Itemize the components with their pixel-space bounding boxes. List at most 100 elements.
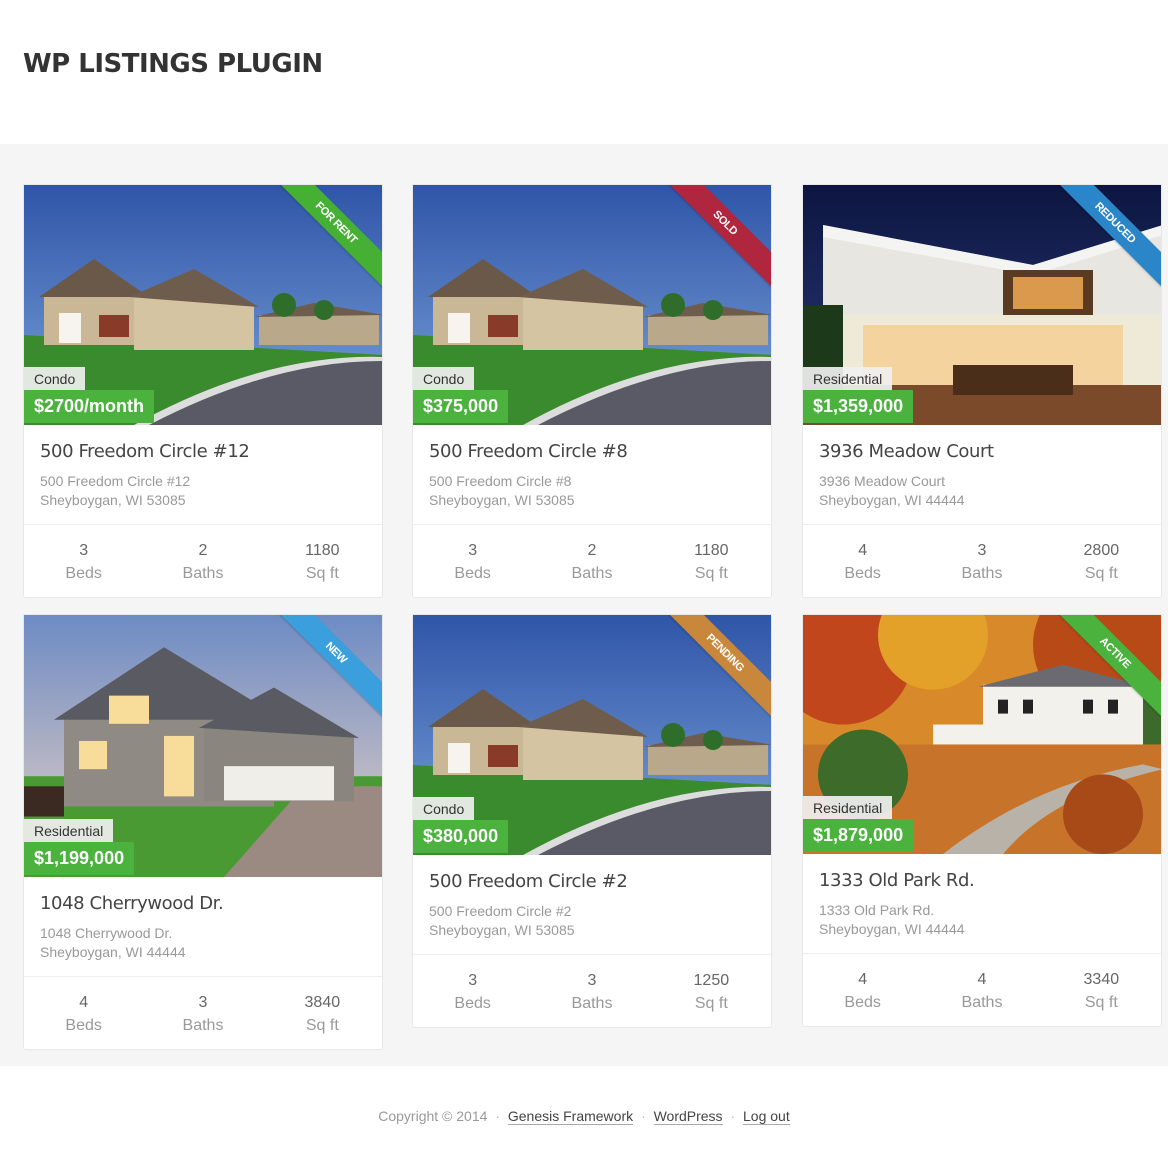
listing-title[interactable]: 1333 Old Park Rd. — [819, 870, 1145, 891]
listing-stats: 3 Beds 2 Baths 1180 Sq ft — [24, 525, 382, 597]
price-tag: $1,199,000 — [24, 842, 135, 875]
property-type-tag: Residential — [803, 367, 893, 391]
listing-photo[interactable]: ACTIVE Residential $1,879,000 — [803, 615, 1161, 854]
listing-card[interactable]: SOLD Condo $375,000 500 Freedom Circle #… — [412, 184, 772, 598]
listing-photo[interactable]: REDUCED Residential $1,359,000 — [803, 185, 1161, 425]
address-line-2: Sheyboygan, WI 53085 — [429, 492, 575, 508]
sqft-stat: 2800 Sq ft — [1042, 539, 1161, 585]
separator: · — [495, 1108, 500, 1124]
site-title[interactable]: WP LISTINGS PLUGIN — [23, 49, 323, 79]
address-line-1: 1048 Cherrywood Dr. — [40, 925, 173, 941]
beds-value: 4 — [858, 542, 868, 559]
baths-stat: 4 Baths — [922, 968, 1041, 1014]
separator: · — [641, 1108, 646, 1124]
sqft-stat: 1250 Sq ft — [652, 969, 771, 1015]
beds-value: 3 — [468, 542, 478, 559]
listing-card[interactable]: PENDING Condo $380,000 500 Freedom Circl… — [412, 614, 772, 1028]
address-line-1: 500 Freedom Circle #2 — [429, 903, 572, 919]
listing-photo[interactable]: SOLD Condo $375,000 — [413, 185, 771, 425]
beds-value: 3 — [468, 972, 478, 989]
price-tag: $1,359,000 — [803, 390, 914, 423]
baths-label: Baths — [571, 565, 613, 582]
beds-stat: 3 Beds — [413, 969, 532, 1015]
baths-stat: 2 Baths — [143, 539, 262, 585]
baths-value: 2 — [198, 542, 208, 559]
baths-label: Baths — [182, 1017, 224, 1034]
copyright-text: Copyright © 2014 — [378, 1108, 488, 1124]
listing-card[interactable]: ACTIVE Residential $1,879,000 1333 Old P… — [802, 614, 1162, 1027]
baths-value: 3 — [977, 542, 987, 559]
listing-stats: 3 Beds 3 Baths 1250 Sq ft — [413, 955, 771, 1027]
baths-label: Baths — [571, 995, 613, 1012]
listing-info: 500 Freedom Circle #2 500 Freedom Circle… — [413, 855, 771, 955]
listing-title[interactable]: 500 Freedom Circle #8 — [429, 441, 755, 462]
baths-label: Baths — [961, 994, 1003, 1011]
sqft-label: Sq ft — [1084, 565, 1118, 582]
sqft-stat: 1180 Sq ft — [652, 539, 771, 585]
listings-area: FOR RENT Condo $2700/month 500 Freedom C… — [0, 144, 1168, 1066]
property-type-tag: Condo — [413, 367, 475, 391]
beds-value: 4 — [79, 994, 89, 1011]
sqft-value: 3340 — [1083, 971, 1120, 988]
sqft-label: Sq ft — [305, 565, 339, 582]
beds-stat: 3 Beds — [24, 539, 143, 585]
listing-card[interactable]: REDUCED Residential $1,359,000 3936 Mead… — [802, 184, 1162, 598]
beds-label: Beds — [65, 565, 102, 582]
address-line-1: 500 Freedom Circle #12 — [40, 473, 191, 489]
sqft-value: 1250 — [693, 972, 730, 989]
address-line-1: 500 Freedom Circle #8 — [429, 473, 572, 489]
property-type-tag: Residential — [24, 819, 114, 843]
beds-stat: 4 Beds — [24, 991, 143, 1037]
sqft-value: 3840 — [304, 994, 341, 1011]
beds-value: 4 — [858, 971, 868, 988]
log-out-link[interactable]: Log out — [743, 1108, 790, 1125]
listing-stats: 4 Beds 3 Baths 3840 Sq ft — [24, 977, 382, 1049]
beds-label: Beds — [454, 995, 491, 1012]
sqft-value: 2800 — [1083, 542, 1120, 559]
sqft-label: Sq ft — [694, 995, 728, 1012]
address-line-2: Sheyboygan, WI 44444 — [819, 921, 965, 937]
beds-label: Beds — [65, 1017, 102, 1034]
sqft-stat: 3840 Sq ft — [263, 991, 382, 1037]
listing-stats: 4 Beds 3 Baths 2800 Sq ft — [803, 525, 1161, 597]
beds-label: Beds — [454, 565, 491, 582]
address-line-2: Sheyboygan, WI 44444 — [40, 944, 186, 960]
address-line-2: Sheyboygan, WI 53085 — [40, 492, 186, 508]
price-tag: $375,000 — [413, 390, 509, 423]
listing-info: 500 Freedom Circle #8 500 Freedom Circle… — [413, 425, 771, 525]
baths-stat: 3 Baths — [922, 539, 1041, 585]
beds-stat: 4 Beds — [803, 968, 922, 1014]
listing-title[interactable]: 3936 Meadow Court — [819, 441, 1145, 462]
listing-photo[interactable]: NEW Residential $1,199,000 — [24, 615, 382, 877]
listing-card[interactable]: NEW Residential $1,199,000 1048 Cherrywo… — [23, 614, 383, 1050]
listing-photo[interactable]: FOR RENT Condo $2700/month — [24, 185, 382, 425]
sqft-value: 1180 — [305, 542, 340, 559]
address-line-2: Sheyboygan, WI 44444 — [819, 492, 965, 508]
baths-value: 3 — [587, 972, 597, 989]
listing-stats: 4 Beds 4 Baths 3340 Sq ft — [803, 954, 1161, 1026]
beds-label: Beds — [844, 994, 881, 1011]
sqft-value: 1180 — [694, 542, 729, 559]
listing-title[interactable]: 500 Freedom Circle #12 — [40, 441, 366, 462]
genesis-framework-link[interactable]: Genesis Framework — [507, 1108, 634, 1125]
baths-value: 2 — [587, 542, 597, 559]
listing-info: 1333 Old Park Rd. 1333 Old Park Rd. Shey… — [803, 854, 1161, 954]
listing-title[interactable]: 1048 Cherrywood Dr. — [40, 893, 366, 914]
wordpress-link[interactable]: WordPress — [653, 1108, 723, 1125]
baths-label: Baths — [182, 565, 224, 582]
listing-info: 3936 Meadow Court 3936 Meadow Court Shey… — [803, 425, 1161, 525]
beds-label: Beds — [844, 565, 881, 582]
beds-stat: 3 Beds — [413, 539, 532, 585]
property-type-tag: Condo — [24, 367, 86, 391]
address-line-1: 3936 Meadow Court — [819, 473, 946, 489]
listing-photo[interactable]: PENDING Condo $380,000 — [413, 615, 771, 855]
listing-card[interactable]: FOR RENT Condo $2700/month 500 Freedom C… — [23, 184, 383, 598]
site-header: WP LISTINGS PLUGIN — [0, 0, 1168, 144]
baths-stat: 3 Baths — [143, 991, 262, 1037]
baths-value: 3 — [198, 994, 208, 1011]
listing-title[interactable]: 500 Freedom Circle #2 — [429, 871, 755, 892]
price-tag: $1,879,000 — [803, 819, 914, 852]
baths-label: Baths — [961, 565, 1003, 582]
listing-info: 1048 Cherrywood Dr. 1048 Cherrywood Dr. … — [24, 877, 382, 977]
sqft-stat: 3340 Sq ft — [1042, 968, 1161, 1014]
